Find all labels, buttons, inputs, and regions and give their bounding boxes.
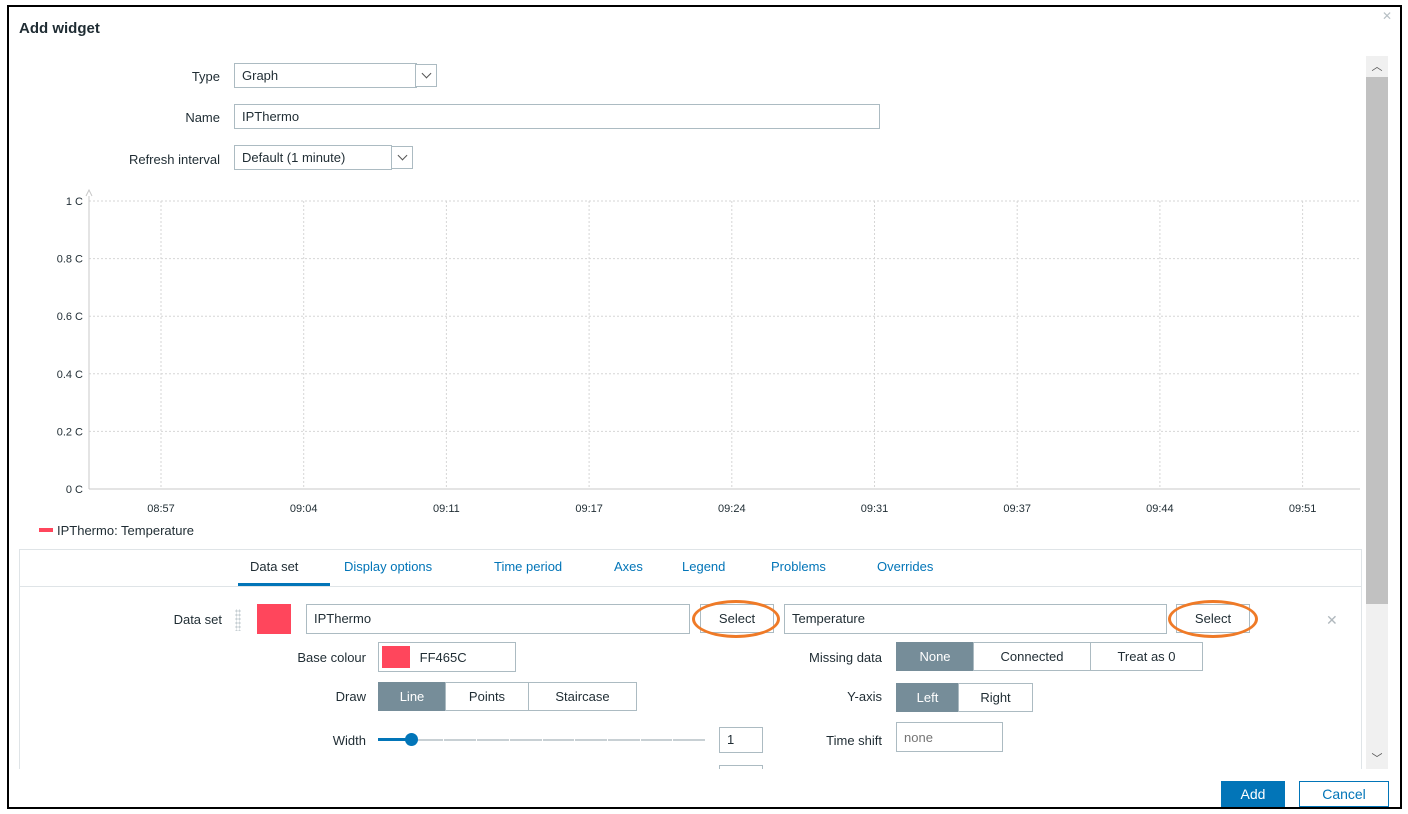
tab-display-options[interactable]: Display options: [344, 559, 432, 574]
y-tick-label: 0.2 C: [57, 426, 83, 438]
x-tick-label: 08:57: [147, 503, 175, 515]
chart-legend: IPThermo: Temperature: [39, 523, 194, 538]
draw-option-line[interactable]: Line: [378, 682, 446, 711]
active-tab-indicator: [238, 583, 330, 586]
width-input[interactable]: 1: [719, 727, 763, 753]
slider-tick: [443, 739, 445, 742]
draw-label: Draw: [335, 689, 366, 704]
add-button[interactable]: Add: [1221, 781, 1285, 807]
base-colour-value: FF465C: [419, 649, 467, 665]
time-shift-label: Time shift: [826, 733, 882, 748]
slider-tick: [672, 739, 674, 742]
tab-data-set[interactable]: Data set: [250, 559, 298, 574]
y-tick-label: 0.6 C: [57, 311, 83, 323]
scroll-down-icon[interactable]: ﹀: [1366, 750, 1388, 768]
y-axis-label: Y-axis: [847, 689, 882, 704]
legend-swatch: [39, 528, 53, 533]
legend-label: IPThermo: Temperature: [57, 523, 195, 538]
x-tick-label: 09:24: [718, 503, 746, 515]
slider-tick: [541, 739, 543, 742]
tab-time-period[interactable]: Time period: [494, 559, 562, 574]
x-tick-label: 09:17: [575, 503, 603, 515]
y-axis-option-right[interactable]: Right: [958, 683, 1033, 712]
missing-option-treat-as-0[interactable]: Treat as 0: [1090, 642, 1203, 671]
x-tick-label: 09:31: [861, 503, 889, 515]
width-label: Width: [332, 733, 366, 748]
y-tick-label: 1 C: [66, 196, 83, 208]
x-tick-label: 09:44: [1146, 503, 1174, 515]
remove-dataset-icon[interactable]: ✕: [1326, 612, 1338, 629]
slider-tick: [639, 739, 641, 742]
slider-tick: [476, 739, 478, 742]
scroll-up-icon[interactable]: ︿: [1366, 58, 1388, 76]
item-input[interactable]: Temperature: [784, 604, 1167, 634]
x-tick-label: 09:11: [433, 503, 460, 515]
highlight-circle: [1168, 600, 1258, 638]
tab-overrides[interactable]: Overrides: [877, 559, 933, 574]
slider-tick: [574, 739, 576, 742]
y-axis-arrow-icon: [85, 188, 93, 197]
x-tick-label: 09:04: [290, 503, 318, 515]
tab-legend[interactable]: Legend: [682, 559, 725, 574]
y-tick-label: 0.4 C: [57, 369, 83, 381]
draw-option-points[interactable]: Points: [445, 682, 529, 711]
base-colour-label: Base colour: [297, 650, 366, 665]
dataset-label: Data set: [173, 612, 222, 627]
next-row-input[interactable]: [719, 765, 763, 769]
slider-tick: [606, 739, 608, 742]
missing-option-none[interactable]: None: [896, 642, 974, 671]
dataset-color-swatch[interactable]: [257, 604, 291, 634]
missing-option-connected[interactable]: Connected: [973, 642, 1091, 671]
cancel-button[interactable]: Cancel: [1299, 781, 1389, 807]
highlight-circle: [692, 600, 780, 638]
x-tick-label: 09:51: [1289, 503, 1317, 515]
draw-option-staircase[interactable]: Staircase: [528, 682, 637, 711]
missing-data-label: Missing data: [809, 650, 882, 665]
slider-tick: [508, 739, 510, 742]
host-input[interactable]: IPThermo: [306, 604, 690, 634]
time-shift-input[interactable]: [896, 722, 1003, 752]
y-axis-option-left[interactable]: Left: [896, 683, 959, 712]
width-slider-handle[interactable]: [404, 733, 418, 746]
x-tick-label: 09:37: [1003, 503, 1031, 515]
y-tick-label: 0.8 C: [57, 254, 83, 266]
base-colour-swatch[interactable]: [382, 646, 410, 668]
tab-axes[interactable]: Axes: [614, 559, 643, 574]
base-colour-field[interactable]: FF465C: [378, 642, 516, 672]
y-tick-label: 0 C: [66, 484, 83, 496]
tab-problems[interactable]: Problems: [771, 559, 826, 574]
scrollbar-thumb[interactable]: [1366, 77, 1388, 604]
drag-handle-icon[interactable]: [235, 609, 241, 631]
